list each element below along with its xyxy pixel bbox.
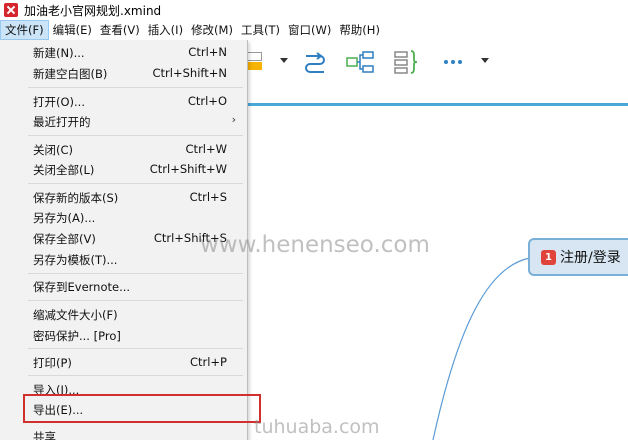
menu-edit[interactable]: 编辑(E) xyxy=(49,20,96,40)
menu-insert[interactable]: 插入(I) xyxy=(144,20,187,40)
menu-item-save-version[interactable]: 保存新的版本(S) Ctrl+S xyxy=(0,187,246,207)
menu-bar: 文件(F) 编辑(E) 查看(V) 插入(I) 修改(M) 工具(T) 窗口(W… xyxy=(0,20,628,40)
structure-icon[interactable] xyxy=(346,49,374,75)
menu-separator xyxy=(28,273,243,274)
menu-item-new[interactable]: 新建(N)... Ctrl+N xyxy=(0,42,246,62)
watermark-henenseo: www.henenseo.com xyxy=(200,232,430,258)
menu-separator xyxy=(28,375,243,376)
summary-icon[interactable] xyxy=(393,49,421,75)
menu-item-password[interactable]: 密码保护... [Pro] xyxy=(0,325,246,345)
menu-separator xyxy=(28,348,243,349)
relationship-icon[interactable] xyxy=(303,49,327,75)
menu-modify[interactable]: 修改(M) xyxy=(187,20,237,40)
menu-item-reduce-size[interactable]: 缩减文件大小(F) xyxy=(0,304,246,324)
menu-window[interactable]: 窗口(W) xyxy=(284,20,335,40)
xmind-window: 加油老小官网规划.xmind 文件(F) 编辑(E) 查看(V) 插入(I) 修… xyxy=(0,0,628,440)
menu-item-close-all[interactable]: 关闭全部(L) Ctrl+Shift+W xyxy=(0,159,246,179)
window-title: 加油老小官网规划.xmind xyxy=(24,3,162,18)
style-icon[interactable] xyxy=(248,52,262,70)
topic-text: 注册/登录 xyxy=(560,250,621,266)
watermark-tuhuaba: tuhuaba.com xyxy=(254,416,380,438)
menu-separator xyxy=(28,183,243,184)
topic-node-register-login[interactable]: 1 注册/登录 xyxy=(528,238,628,276)
menu-item-new-blank[interactable]: 新建空白图(B) Ctrl+Shift+N xyxy=(0,63,246,83)
menu-item-save-evernote[interactable]: 保存到Evernote... xyxy=(0,276,246,296)
menu-item-open[interactable]: 打开(O)... Ctrl+O xyxy=(0,91,246,111)
menu-item-recent[interactable]: 最近打开的 › xyxy=(0,111,246,131)
menu-item-print[interactable]: 打印(P) Ctrl+P xyxy=(0,352,246,372)
dropdown-icon[interactable] xyxy=(280,58,288,63)
menu-separator xyxy=(28,300,243,301)
menu-tools[interactable]: 工具(T) xyxy=(237,20,284,40)
submenu-arrow-icon: › xyxy=(231,113,236,126)
xmind-logo-icon xyxy=(4,3,18,17)
menu-view[interactable]: 查看(V) xyxy=(96,20,144,40)
dropdown-icon[interactable] xyxy=(481,58,489,63)
title-bar: 加油老小官网规划.xmind xyxy=(0,0,628,20)
menu-separator xyxy=(28,135,243,136)
more-icon[interactable] xyxy=(443,49,465,75)
menu-help[interactable]: 帮助(H) xyxy=(335,20,384,40)
menu-item-share[interactable]: 共享 xyxy=(0,426,246,440)
export-highlight-annotation xyxy=(23,394,261,423)
menu-file[interactable]: 文件(F) xyxy=(0,20,49,40)
menu-item-close[interactable]: 关闭(C) Ctrl+W xyxy=(0,139,246,159)
menu-separator xyxy=(28,87,243,88)
priority-badge: 1 xyxy=(541,249,556,265)
menu-item-save-as[interactable]: 另存为(A)... xyxy=(0,207,246,227)
